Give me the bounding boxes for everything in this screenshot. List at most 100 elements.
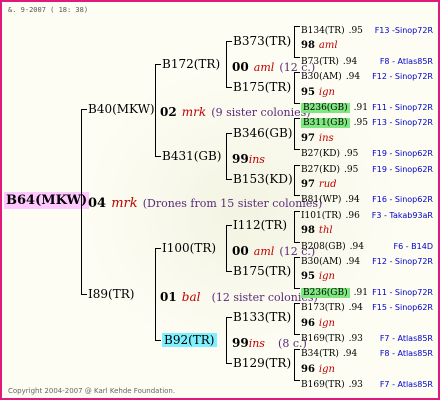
- gen4-queen-row[interactable]: 97 ins: [301, 128, 334, 144]
- connector-v: [226, 317, 227, 363]
- gen4-drone-row[interactable]: B173(TR) .94: [301, 297, 363, 313]
- gen4-file: F7 - Atlas85R: [379, 380, 433, 390]
- connector-h: [294, 195, 300, 197]
- gen4-drone-row[interactable]: B311(GB) .95: [301, 112, 368, 129]
- connector-h: [226, 179, 232, 180]
- connector-h: [294, 241, 300, 243]
- connector-v: [155, 64, 156, 156]
- gen4-queen: ign: [318, 363, 335, 375]
- gen4-queen: ign: [318, 86, 335, 98]
- gen4-score: .94: [345, 72, 361, 83]
- connector-h: [294, 56, 300, 58]
- gen3-node-2[interactable]: B175(TR): [233, 81, 291, 93]
- gen4-file-cell: F7 - Atlas85R: [2, 328, 433, 344]
- gen4-label: B169(TR): [301, 380, 345, 391]
- connector-h: [226, 271, 232, 272]
- gen3-node-3[interactable]: B346(GB): [233, 127, 293, 139]
- gen4-queen: ins: [318, 132, 334, 144]
- connector-h: [226, 363, 232, 364]
- connector-h: [294, 210, 300, 212]
- gen4-drone-row[interactable]: B169(TR) .93: [301, 328, 363, 344]
- connector-v: [226, 225, 227, 271]
- connector-h: [226, 87, 232, 88]
- gen4-queen: ign: [318, 271, 335, 283]
- connector-v: [294, 164, 295, 196]
- gen4-score: .94: [348, 303, 363, 314]
- gen4-file-cell: F13 - Sinop72R: [2, 112, 433, 128]
- gen4-file: F8 - Atlas85R: [379, 56, 433, 66]
- gen3-node-4[interactable]: B153(KD): [233, 173, 293, 185]
- connector-h: [155, 64, 161, 65]
- gen4-year: 95: [301, 271, 315, 283]
- gen4-queen-row[interactable]: 96 ign: [301, 313, 335, 329]
- gen4-queen: aml: [318, 40, 338, 52]
- gen4-file-cell: F19 - Sinop62R: [2, 159, 433, 175]
- gen4-file-cell: F8 - Atlas85R: [2, 51, 433, 67]
- gen4-queen: thl: [318, 225, 333, 237]
- gen4-file: F16 - Sinop62R: [372, 195, 433, 205]
- copyright-footer: Copyright 2004-2007 @ Karl Kehde Foundat…: [8, 387, 176, 395]
- gen4-score: .94: [345, 257, 361, 267]
- connector-v: [155, 248, 156, 340]
- gen4-drone-row[interactable]: I101(TR) .96: [301, 205, 360, 221]
- gen4-file-cell: F11 - Sinop72R: [2, 97, 433, 113]
- gen4-queen: rud: [318, 179, 337, 190]
- gen4-file-cell: F13 -Sinop72R: [2, 20, 433, 36]
- gen4-file: F7 - Atlas85R: [379, 334, 433, 343]
- gen4-file-cell: F19 - Sinop62R: [2, 143, 433, 159]
- gen4-queen-row[interactable]: 96 ign: [301, 359, 335, 375]
- gen4-file-cell: F12 - Sinop72R: [2, 66, 433, 82]
- pedigree-canvas: &. 9-2007 ( 18: 38) B64(MKW) 04 mrk (Dro…: [0, 0, 440, 400]
- gen3-node-5[interactable]: I112(TR): [233, 219, 287, 231]
- gen4-queen-row[interactable]: 95 ign: [301, 266, 335, 282]
- connector-h: [81, 294, 87, 295]
- gen4-year: 96: [301, 363, 315, 375]
- gen4-file: F19 - Sinop62R: [372, 164, 433, 174]
- gen4-score: .94: [342, 349, 358, 360]
- gen4-queen-row[interactable]: 97 rud: [301, 174, 337, 190]
- gen4-drone-row[interactable]: B73(TR) .94: [301, 51, 357, 67]
- connector-h: [294, 72, 300, 74]
- gen4-drone-row[interactable]: B30(AM) .94: [301, 251, 360, 267]
- gen4-queen-row[interactable]: 98 thl: [301, 220, 333, 236]
- connector-h: [294, 103, 300, 104]
- gen4-score: .95: [348, 26, 363, 36]
- gen4-file: F12 - Sinop72R: [372, 257, 433, 266]
- gen4-year: 97: [301, 132, 315, 144]
- connector-h: [155, 248, 161, 249]
- connector-h: [155, 340, 161, 341]
- gen4-file: F19 - Sinop62R: [372, 149, 433, 159]
- connector-h: [81, 109, 87, 110]
- connector-h: [226, 41, 232, 42]
- gen4-drone-row[interactable]: B134(TR) .95: [301, 20, 363, 36]
- gen4-drone-row[interactable]: B236(GB) .91: [301, 97, 368, 113]
- gen4-file: F6 - B14D: [393, 241, 434, 251]
- connector-v: [294, 210, 295, 242]
- gen4-drone-row[interactable]: B81(WP) .94: [301, 189, 360, 205]
- gen4-year: 97: [301, 179, 315, 190]
- gen4-queen-row[interactable]: 95 ign: [301, 82, 335, 98]
- connector-h: [294, 26, 300, 27]
- gen4-file: F8 - Atlas85R: [379, 349, 433, 359]
- gen4-file-cell: F8 - Atlas85R: [2, 343, 433, 359]
- connector-h: [226, 317, 232, 318]
- connector-v: [226, 41, 227, 87]
- connector-h: [294, 257, 300, 258]
- gen4-score: .95: [353, 118, 368, 129]
- gen4-drone-row[interactable]: B236(GB) .91: [301, 282, 368, 298]
- gen3-node-1[interactable]: B373(TR): [233, 35, 291, 47]
- gen4-file: F11 - Sinop72R: [372, 103, 433, 112]
- gen4-drone-row[interactable]: B27(KD) .95: [301, 143, 358, 159]
- gen4-file: F12 - Sinop72R: [372, 72, 433, 82]
- gen4-file-cell: F6 - B14D: [2, 236, 434, 252]
- gen4-file: F11 - Sinop72R: [372, 287, 433, 297]
- connector-h: [294, 334, 300, 335]
- gen4-queen-row[interactable]: 98 aml: [301, 35, 338, 51]
- gen4-drone-row[interactable]: B169(TR) .93: [301, 374, 363, 390]
- gen4-year: 98: [301, 40, 315, 52]
- gen4-drone-row[interactable]: B34(TR) .94: [301, 343, 357, 359]
- gen4-drone-row[interactable]: B30(AM) .94: [301, 66, 360, 82]
- gen4-drone-row[interactable]: B27(KD) .95: [301, 159, 358, 175]
- gen4-drone-row[interactable]: B208(GB) .94: [301, 236, 364, 252]
- connector-h: [294, 287, 300, 289]
